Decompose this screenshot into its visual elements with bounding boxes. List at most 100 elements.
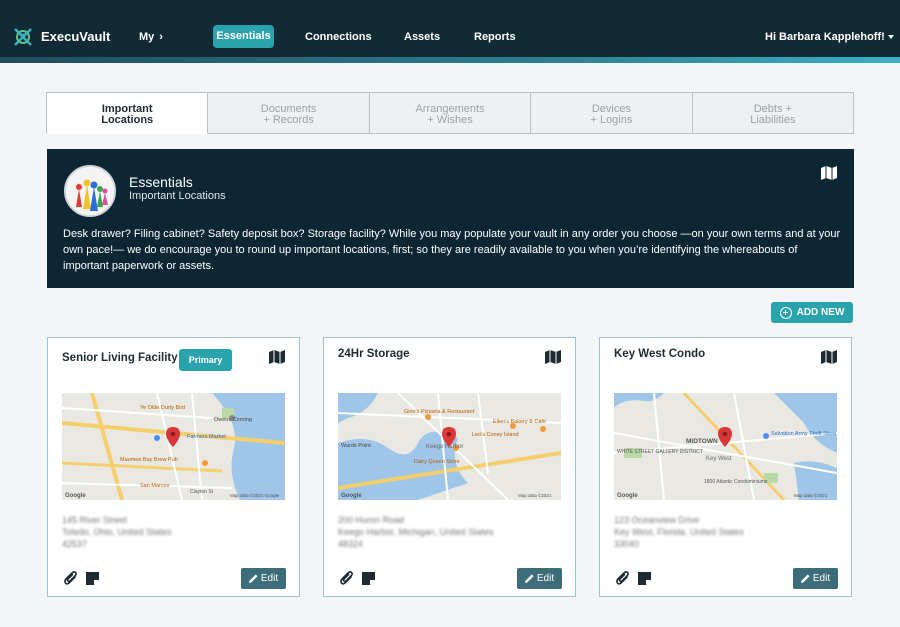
paperclip-icon[interactable] bbox=[616, 571, 630, 586]
edit-button[interactable]: Edit bbox=[793, 568, 838, 589]
location-card: 24Hr Storage Gino's Pizzeria & Restauran… bbox=[323, 337, 576, 597]
map-image: Ye Olde Durty Bird Owens Corning Farmers… bbox=[62, 393, 285, 500]
location-title: 24Hr Storage bbox=[338, 348, 410, 360]
pencil-icon bbox=[524, 574, 534, 583]
map-label: 1800 Atlantic Condominiums bbox=[704, 479, 768, 485]
map-label: Maumee Bay Brew Pub bbox=[120, 457, 178, 463]
location-map[interactable]: Ye Olde Durty Bird Owens Corning Farmers… bbox=[62, 393, 285, 500]
section-description: Desk drawer? Filing cabinet? Safety depo… bbox=[63, 228, 841, 272]
location-card: Senior Living Facility Primary Ye Olde D… bbox=[47, 337, 300, 597]
address-line: 48324 bbox=[338, 539, 364, 549]
section-header-panel: Essentials Important Locations Desk draw… bbox=[47, 149, 854, 288]
edit-button[interactable]: Edit bbox=[517, 568, 562, 589]
note-icon[interactable] bbox=[362, 572, 375, 585]
map-image: Gino's Pizzeria & Restaurant Ellen's Bak… bbox=[338, 393, 561, 500]
map-label: San Marcos bbox=[140, 483, 170, 489]
tab-label-line2: + Records bbox=[263, 114, 314, 126]
map-label: Google bbox=[65, 493, 86, 499]
note-icon[interactable] bbox=[86, 572, 99, 585]
execuvault-logo-icon[interactable] bbox=[12, 26, 34, 48]
tab-documents-records[interactable]: Documents + Records bbox=[208, 92, 370, 134]
map-label: Map data ©2021 bbox=[794, 492, 828, 498]
map-label: Dairy Queen Store bbox=[414, 459, 460, 465]
map-label: WHITE STREET GALLERY DISTRICT bbox=[617, 449, 703, 455]
map-label: Key West bbox=[706, 456, 732, 462]
address-line: 200 Huron Road bbox=[338, 515, 405, 525]
map-label: Gino's Pizzeria & Restaurant bbox=[404, 409, 475, 415]
map-label: Salvation Army Thrift Store bbox=[771, 431, 836, 437]
map-label: Map data ©2021 bbox=[518, 492, 552, 498]
user-greeting: Hi Barbara Kapplehoff! bbox=[765, 31, 885, 43]
section-title: Essentials bbox=[129, 174, 193, 190]
top-navbar: ExecuVault My › Essentials Connections As… bbox=[0, 0, 900, 57]
address-line: 123 Oceanview Drive bbox=[614, 515, 700, 525]
section-image bbox=[64, 165, 116, 217]
map-label: Google bbox=[341, 493, 362, 499]
section-subtitle: Important Locations bbox=[129, 190, 226, 202]
nav-connections[interactable]: Connections bbox=[305, 31, 372, 43]
address-line: 33040 bbox=[614, 539, 640, 549]
map-label: Farmers Market bbox=[187, 434, 226, 440]
tab-label-line2: Locations bbox=[101, 114, 154, 126]
edit-button[interactable]: Edit bbox=[241, 568, 286, 589]
tab-label-line2: Liabilities bbox=[750, 114, 796, 126]
map-label: Google bbox=[617, 493, 638, 499]
tab-devices-logins[interactable]: Devices + Logins bbox=[531, 92, 693, 134]
brand-name[interactable]: ExecuVault bbox=[41, 29, 110, 44]
category-tabs: Important Locations Documents + Records Ar… bbox=[46, 92, 855, 134]
map-label: Wards Point bbox=[341, 443, 371, 449]
edit-label: Edit bbox=[812, 573, 831, 584]
game-pieces-icon bbox=[66, 167, 114, 215]
location-address: 123 Oceanview Drive Key West, Florida, U… bbox=[614, 514, 744, 550]
address-line: 42537 bbox=[62, 539, 88, 549]
location-map[interactable]: Gino's Pizzeria & Restaurant Ellen's Bak… bbox=[338, 393, 561, 500]
nav-my-label: My bbox=[139, 31, 155, 43]
tab-label-line2: + Logins bbox=[590, 114, 633, 126]
pencil-icon bbox=[800, 574, 810, 583]
location-address: 200 Huron Road Keego Harbor, Michigan, U… bbox=[338, 514, 494, 550]
chevron-right-icon: › bbox=[159, 31, 163, 43]
location-title: Key West Condo bbox=[614, 348, 706, 360]
plus-circle-icon bbox=[779, 306, 792, 319]
nav-essentials[interactable]: Essentials bbox=[213, 25, 274, 48]
edit-label: Edit bbox=[260, 573, 279, 584]
map-label: Map data ©2021 Google bbox=[230, 492, 280, 498]
paperclip-icon[interactable] bbox=[64, 571, 78, 586]
tab-important-locations[interactable]: Important Locations bbox=[46, 92, 209, 134]
map-label: Ye Olde Durty Bird bbox=[140, 405, 185, 411]
nav-assets[interactable]: Assets bbox=[404, 31, 440, 43]
accent-strip bbox=[0, 57, 900, 63]
map-label: MIDTOWN bbox=[686, 438, 718, 445]
paperclip-icon[interactable] bbox=[340, 571, 354, 586]
map-icon[interactable] bbox=[269, 350, 285, 364]
address-line: Toledo, Ohio, United States bbox=[62, 527, 172, 537]
add-new-button[interactable]: ADD NEW bbox=[771, 302, 853, 323]
tab-arrangements-wishes[interactable]: Arrangements + Wishes bbox=[369, 92, 532, 134]
address-line: 145 River Street bbox=[62, 515, 128, 525]
nav-reports[interactable]: Reports bbox=[474, 31, 516, 43]
map-icon[interactable] bbox=[821, 166, 837, 180]
map-label: Keego Harbor bbox=[426, 444, 463, 450]
location-card: Key West Condo MIDTOWN Key West WHITE ST… bbox=[599, 337, 852, 597]
map-label: Ellen's Bakery & Cafe bbox=[493, 419, 546, 425]
map-label: Owens Corning bbox=[214, 417, 252, 423]
add-new-label: ADD NEW bbox=[796, 307, 845, 318]
nav-my[interactable]: My › bbox=[139, 31, 163, 43]
tab-label-line2: + Wishes bbox=[427, 114, 473, 126]
pencil-icon bbox=[248, 574, 258, 583]
primary-badge: Primary bbox=[179, 349, 232, 371]
map-label: Leo's Coney Island bbox=[472, 432, 519, 438]
map-icon[interactable] bbox=[821, 350, 837, 364]
map-label: Clayton St bbox=[190, 489, 214, 495]
caret-down-icon bbox=[887, 35, 894, 40]
location-map[interactable]: MIDTOWN Key West WHITE STREET GALLERY DI… bbox=[614, 393, 837, 500]
tab-debts-liabilities[interactable]: Debts + Liabilities bbox=[692, 92, 855, 134]
note-icon[interactable] bbox=[638, 572, 651, 585]
edit-label: Edit bbox=[536, 573, 555, 584]
location-address: 145 River Street Toledo, Ohio, United St… bbox=[62, 514, 172, 550]
map-icon[interactable] bbox=[545, 350, 561, 364]
address-line: Key West, Florida, United States bbox=[614, 527, 744, 537]
user-menu[interactable]: Hi Barbara Kapplehoff! bbox=[765, 31, 894, 43]
map-image: MIDTOWN Key West WHITE STREET GALLERY DI… bbox=[614, 393, 837, 500]
location-title: Senior Living Facility bbox=[62, 352, 178, 364]
